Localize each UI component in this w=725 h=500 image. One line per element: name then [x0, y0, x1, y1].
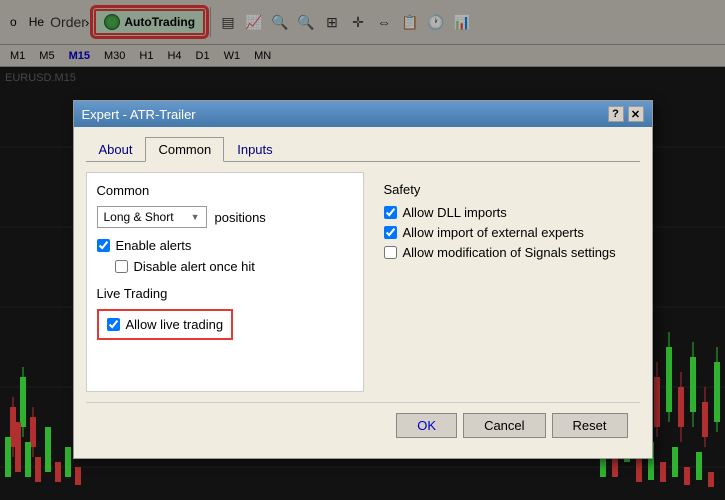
disable-alert-row: Disable alert once hit: [115, 259, 353, 274]
cancel-button[interactable]: Cancel: [463, 413, 545, 438]
ok-button[interactable]: OK: [396, 413, 457, 438]
dialog-overlay: Expert - ATR-Trailer ? ✕ About Common In…: [0, 0, 725, 500]
safety-title: Safety: [384, 182, 640, 197]
allow-signals-checkbox[interactable]: [384, 246, 397, 259]
reset-button[interactable]: Reset: [552, 413, 628, 438]
left-panel: Common Long & Short ▼ positions Enable a…: [86, 172, 364, 392]
dropdown-value: Long & Short: [104, 210, 174, 224]
allow-import-label: Allow import of external experts: [403, 225, 584, 240]
dialog-close-button[interactable]: ✕: [628, 106, 644, 122]
allow-signals-row: Allow modification of Signals settings: [384, 245, 640, 260]
enable-alerts-label: Enable alerts: [116, 238, 192, 253]
allow-dll-label: Allow DLL imports: [403, 205, 507, 220]
dropdown-arrow-icon: ▼: [191, 212, 200, 222]
allow-signals-label: Allow modification of Signals settings: [403, 245, 616, 260]
positions-row: Long & Short ▼ positions: [97, 206, 353, 228]
disable-alert-checkbox[interactable]: [115, 260, 128, 273]
dialog-title-icons: ? ✕: [608, 106, 644, 122]
allow-live-trading-checkbox[interactable]: [107, 318, 120, 331]
live-trading-title: Live Trading: [97, 286, 353, 301]
expert-dialog: Expert - ATR-Trailer ? ✕ About Common In…: [73, 100, 653, 459]
live-trading-section: Allow live trading: [97, 309, 234, 340]
dialog-title: Expert - ATR-Trailer: [82, 107, 196, 122]
enable-alerts-row: Enable alerts: [97, 238, 353, 253]
tab-common[interactable]: Common: [145, 137, 224, 162]
allow-import-row: Allow import of external experts: [384, 225, 640, 240]
positions-label: positions: [215, 210, 266, 225]
allow-import-checkbox[interactable]: [384, 226, 397, 239]
positions-dropdown[interactable]: Long & Short ▼: [97, 206, 207, 228]
tab-inputs[interactable]: Inputs: [224, 137, 285, 162]
disable-alert-label: Disable alert once hit: [134, 259, 255, 274]
common-section-title: Common: [97, 183, 353, 198]
allow-dll-checkbox[interactable]: [384, 206, 397, 219]
dialog-footer: OK Cancel Reset: [86, 402, 640, 448]
tab-about[interactable]: About: [86, 137, 146, 162]
dialog-content: Common Long & Short ▼ positions Enable a…: [86, 172, 640, 392]
dialog-help-button[interactable]: ?: [608, 106, 624, 122]
dialog-title-bar: Expert - ATR-Trailer ? ✕: [74, 101, 652, 127]
right-panel: Safety Allow DLL imports Allow import of…: [384, 172, 640, 392]
allow-live-trading-label: Allow live trading: [126, 317, 224, 332]
dialog-body: About Common Inputs Common: [74, 127, 652, 458]
dialog-tabs: About Common Inputs: [86, 137, 640, 162]
allow-dll-row: Allow DLL imports: [384, 205, 640, 220]
enable-alerts-checkbox[interactable]: [97, 239, 110, 252]
